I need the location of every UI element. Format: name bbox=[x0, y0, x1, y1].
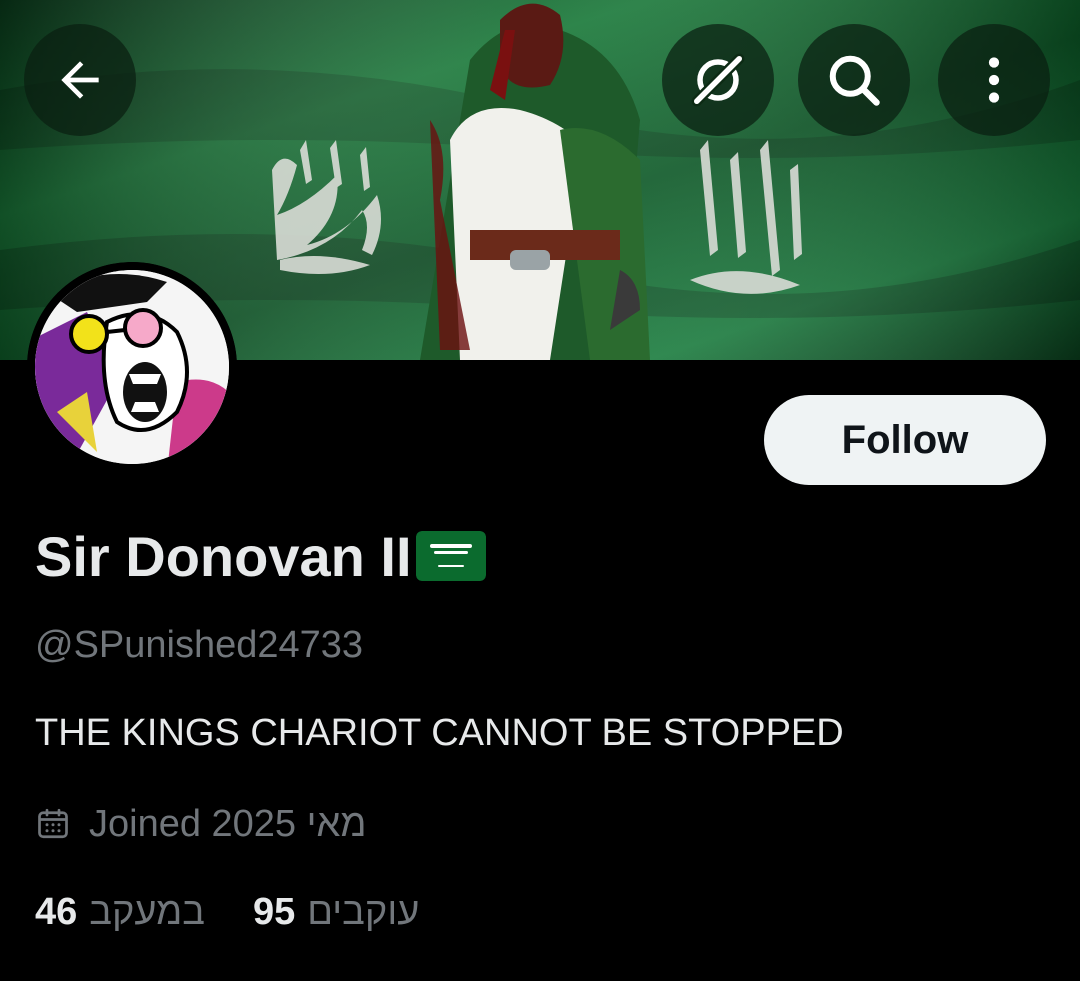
grok-button[interactable] bbox=[662, 24, 774, 136]
following-label: במעקב bbox=[89, 890, 206, 933]
followers-count: 95 bbox=[253, 890, 296, 933]
follow-button[interactable]: Follow bbox=[764, 395, 1046, 485]
display-name-row: Sir Donovan II bbox=[35, 520, 486, 592]
calendar-icon bbox=[38, 808, 68, 839]
joined-date: Joined 2025 מאי bbox=[89, 802, 367, 845]
saudi-flag-emoji bbox=[415, 531, 486, 581]
following-stat[interactable]: 46 במעקב bbox=[35, 891, 205, 934]
back-button[interactable] bbox=[24, 24, 136, 136]
followers-label: עוקבים bbox=[307, 890, 420, 933]
more-options-button[interactable] bbox=[938, 24, 1050, 136]
profile-avatar[interactable] bbox=[27, 262, 237, 472]
follow-stats: 46 במעקב 95 עוקבים bbox=[35, 888, 419, 936]
grok-icon bbox=[691, 53, 745, 107]
search-button[interactable] bbox=[798, 24, 910, 136]
search-icon bbox=[829, 55, 880, 106]
back-arrow-icon bbox=[61, 61, 99, 99]
avatar-image bbox=[27, 262, 237, 472]
more-vertical-icon bbox=[988, 57, 1000, 103]
followers-stat[interactable]: 95 עוקבים bbox=[253, 891, 419, 934]
joined-date-row: Joined 2025 מאי bbox=[35, 800, 366, 848]
profile-bio: THE KINGS CHARIOT CANNOT BE STOPPED bbox=[35, 712, 844, 754]
display-name: Sir Donovan II bbox=[35, 524, 412, 588]
following-count: 46 bbox=[35, 890, 78, 933]
username-handle: @SPunished24733 bbox=[35, 624, 364, 666]
